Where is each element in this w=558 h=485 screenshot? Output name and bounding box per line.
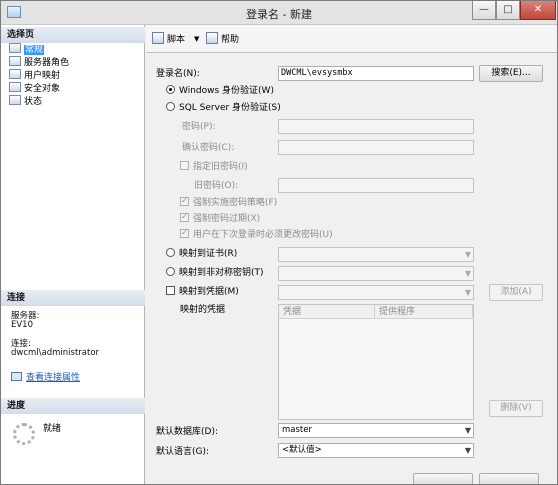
- enforce-expiration-checkbox[interactable]: 强制密码过期(X): [180, 211, 260, 226]
- chevron-down-icon: ▼: [464, 250, 471, 259]
- title-bar: 登录名 - 新建 — □ ✕: [1, 1, 557, 25]
- map-credential-checkbox[interactable]: 映射到凭据(M): [166, 286, 239, 299]
- general-page: 登录名(N): DWCML\evsysmbx 搜索(E)... Windows …: [146, 54, 557, 484]
- connection-value: dwcml\administrator: [11, 348, 100, 358]
- page-icon: [9, 69, 21, 79]
- page-icon: [9, 56, 21, 66]
- progress-status: 就绪: [43, 424, 62, 434]
- login-name-input[interactable]: DWCML\evsysmbx: [278, 66, 474, 81]
- grid-header-credential: 凭据: [279, 305, 375, 319]
- checkbox-checked-icon: [180, 195, 189, 208]
- page-status[interactable]: 状态: [9, 95, 42, 107]
- must-change-checkbox[interactable]: 用户在下次登录时必须更改密码(U): [180, 227, 333, 242]
- page-icon: [9, 43, 21, 53]
- remove-button[interactable]: 删除(V): [489, 400, 543, 417]
- chevron-down-icon: ▼: [464, 426, 471, 435]
- close-button[interactable]: ✕: [520, 1, 556, 20]
- radio-icon: [166, 248, 175, 257]
- page-server-roles[interactable]: 服务器角色: [9, 56, 69, 68]
- chevron-down-icon: ▼: [464, 446, 471, 455]
- page-general[interactable]: 常规: [9, 43, 45, 55]
- password-input[interactable]: [278, 119, 474, 134]
- default-database-combo[interactable]: master ▼: [278, 423, 474, 438]
- password-label: 密码(P):: [182, 122, 216, 132]
- left-pane: 选择页 常规 服务器角色 用户映射 安全对象 状态 连接 服务器: EV10 连…: [1, 25, 145, 484]
- toolbar: 脚本 ▼ 帮助: [146, 25, 557, 53]
- windows-auth-radio[interactable]: Windows 身份验证(W): [166, 85, 274, 98]
- page-securables[interactable]: 安全对象: [9, 82, 60, 94]
- maximize-button[interactable]: □: [496, 1, 520, 20]
- page-icon: [9, 95, 21, 105]
- checkbox-icon: [166, 286, 175, 295]
- old-password-input[interactable]: [278, 178, 474, 193]
- grid-header-provider: 提供程序: [375, 305, 473, 319]
- specify-old-password-checkbox[interactable]: 指定旧密码(I): [180, 161, 248, 174]
- default-language-label: 默认语言(G):: [156, 447, 210, 457]
- properties-icon: [11, 372, 22, 381]
- script-button[interactable]: 脚本: [152, 32, 185, 46]
- default-database-label: 默认数据库(D):: [156, 427, 218, 437]
- sql-auth-radio[interactable]: SQL Server 身份验证(S): [166, 102, 281, 115]
- mapped-credentials-label: 映射的凭据: [180, 305, 226, 315]
- checkbox-icon: [180, 161, 189, 170]
- radio-icon: [166, 267, 175, 276]
- connection-header: 连接: [1, 290, 145, 306]
- map-cert-radio[interactable]: 映射到证书(R): [166, 248, 237, 261]
- minimize-button[interactable]: —: [472, 1, 496, 20]
- help-icon: [206, 32, 218, 44]
- checkbox-checked-icon: [180, 211, 189, 224]
- login-new-dialog: 登录名 - 新建 — □ ✕ 选择页 常规 服务器角色 用户映射 安全对象 状态…: [0, 0, 558, 485]
- certificate-combo[interactable]: ▼: [278, 247, 474, 262]
- progress-spinner-icon: [13, 423, 35, 445]
- confirm-password-input[interactable]: [278, 140, 474, 155]
- map-asym-key-radio[interactable]: 映射到非对称密钥(T): [166, 267, 264, 280]
- radio-icon: [166, 102, 175, 111]
- view-connection-properties-link[interactable]: 查看连接属性: [11, 370, 80, 383]
- script-icon: [152, 32, 164, 44]
- page-user-mapping[interactable]: 用户映射: [9, 69, 60, 81]
- radio-selected-icon: [166, 85, 175, 94]
- enforce-policy-checkbox[interactable]: 强制实施密码策略(F): [180, 195, 277, 210]
- cancel-button[interactable]: [479, 473, 539, 484]
- login-name-label: 登录名(N):: [156, 69, 200, 79]
- credential-combo[interactable]: ▼: [278, 285, 474, 300]
- chevron-down-icon: ▼: [464, 269, 471, 278]
- old-password-label: 旧密码(O):: [194, 181, 239, 191]
- page-icon: [9, 82, 21, 92]
- default-language-combo[interactable]: <默认值> ▼: [278, 443, 474, 458]
- help-button[interactable]: 帮助: [206, 32, 239, 46]
- asym-key-combo[interactable]: ▼: [278, 266, 474, 281]
- mapped-credentials-grid[interactable]: 凭据 提供程序: [278, 304, 474, 420]
- progress-header: 进度: [1, 398, 145, 414]
- select-page-header: 选择页: [1, 27, 145, 43]
- confirm-password-label: 确认密码(C):: [182, 143, 235, 153]
- script-dropdown-icon[interactable]: ▼: [194, 32, 199, 46]
- add-button[interactable]: 添加(A): [489, 284, 543, 301]
- server-value: EV10: [11, 320, 34, 330]
- ok-button[interactable]: [413, 473, 473, 484]
- search-button[interactable]: 搜索(E)...: [479, 65, 543, 82]
- chevron-down-icon: ▼: [464, 288, 471, 297]
- checkbox-checked-icon: [180, 227, 189, 240]
